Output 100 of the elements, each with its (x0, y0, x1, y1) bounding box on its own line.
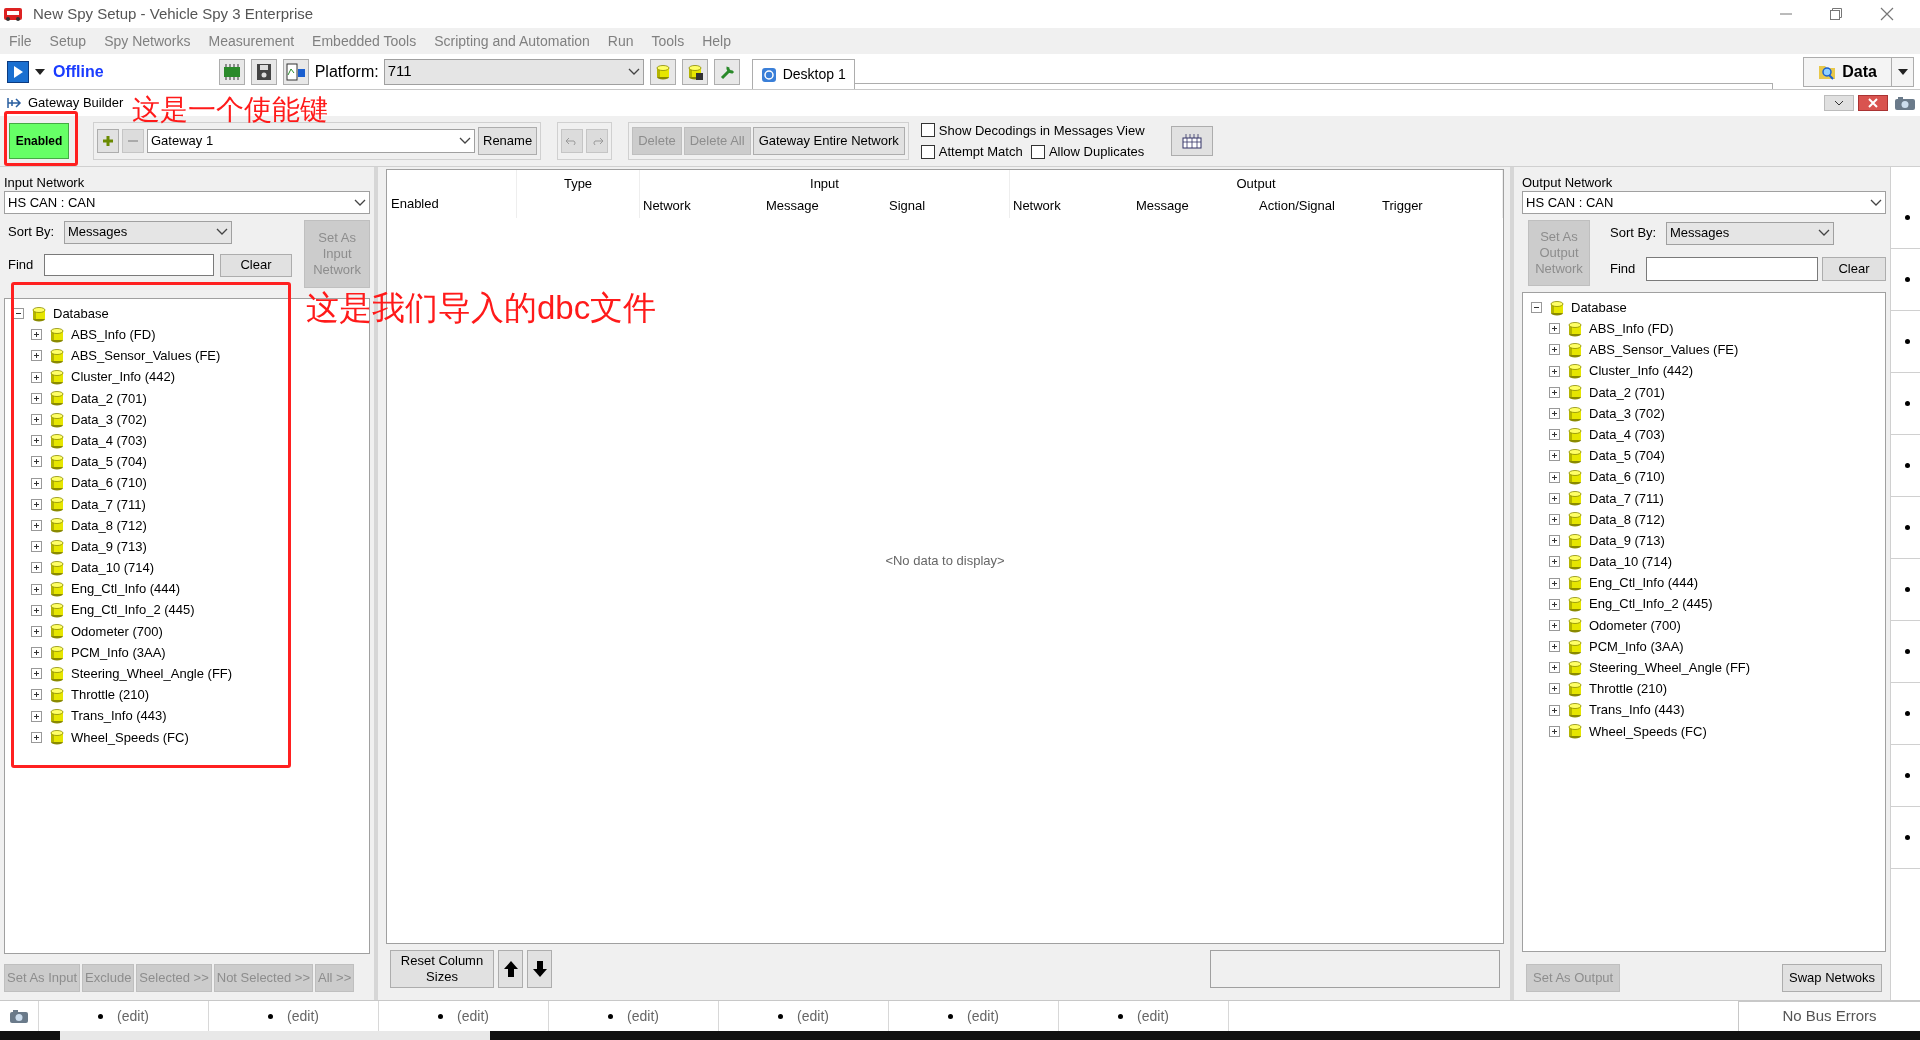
expand-icon[interactable] (31, 435, 42, 447)
tree-item[interactable]: Data_4 (703) (71, 430, 147, 451)
tree-item[interactable]: Eng_Ctl_Info_2 (445) (71, 600, 195, 620)
dropdown[interactable]: HS CAN : CAN (1522, 191, 1886, 214)
menu-item[interactable]: Spy Networks (104, 30, 191, 52)
collapse-icon[interactable] (1531, 302, 1542, 314)
move-up-button[interactable] (498, 950, 523, 988)
column-header[interactable]: Trigger (1382, 198, 1423, 213)
tree-item[interactable]: Trans_Info (443) (71, 706, 167, 726)
tree-item[interactable]: Steering_Wheel_Angle (FF) (71, 664, 233, 684)
expand-icon[interactable] (31, 625, 42, 637)
expand-icon[interactable] (31, 583, 42, 595)
expand-icon[interactable] (1549, 683, 1560, 695)
collapse-icon[interactable] (13, 308, 24, 320)
tree-item[interactable]: ABS_Sensor_Values (FE) (71, 346, 221, 366)
expand-icon[interactable] (31, 541, 42, 553)
expand-icon[interactable] (31, 710, 42, 722)
expand-icon[interactable] (31, 519, 42, 531)
expand-icon[interactable] (1549, 598, 1560, 610)
expand-icon[interactable] (1549, 471, 1560, 483)
menu-item[interactable]: Measurement (208, 30, 295, 52)
tree-item[interactable]: PCM_Info (3AA) (1589, 636, 1684, 657)
tree-item[interactable]: Database (1571, 297, 1627, 318)
expand-icon[interactable] (1549, 556, 1560, 568)
tree-item[interactable]: Wheel_Speeds (FC) (71, 727, 189, 748)
expand-icon[interactable] (31, 456, 42, 468)
find-field[interactable] (44, 254, 214, 276)
tree-item[interactable]: Steering_Wheel_Angle (FF) (1589, 658, 1751, 678)
calendar-button[interactable] (1170, 126, 1213, 156)
tree-item[interactable]: Throttle (210) (71, 685, 150, 705)
status-link[interactable]: (edit) (967, 1005, 999, 1027)
column-header[interactable]: Action/Signal (1259, 198, 1335, 213)
tree-item[interactable]: Data_10 (714) (71, 558, 155, 578)
dropdown[interactable]: Messages (64, 220, 232, 244)
column-header[interactable]: Enabled (391, 193, 516, 213)
camera-icon[interactable] (1892, 95, 1918, 111)
menu-item[interactable]: Scripting and Automation (434, 30, 590, 52)
expand-icon[interactable] (31, 498, 42, 510)
close-icon[interactable] (1880, 7, 1894, 21)
push-button[interactable]: Gateway Entire Network (752, 127, 905, 155)
toolbar-button[interactable] (250, 58, 277, 85)
dropdown[interactable]: Messages (1666, 221, 1834, 245)
expand-icon[interactable] (1549, 704, 1560, 716)
expand-icon[interactable] (31, 668, 42, 680)
toolbar-button[interactable] (282, 58, 309, 85)
column-header[interactable]: Message (1136, 198, 1189, 213)
expand-icon[interactable] (1549, 535, 1560, 547)
tree-item[interactable]: Database (53, 303, 109, 324)
tree-item[interactable]: Eng_Ctl_Info (444) (1589, 573, 1699, 593)
caret-icon[interactable] (35, 68, 45, 75)
menu-item[interactable]: Setup (49, 30, 87, 52)
expand-icon[interactable] (1549, 577, 1560, 589)
expand-icon[interactable] (1549, 492, 1560, 504)
toolbar-button[interactable] (681, 58, 708, 85)
tree-item[interactable]: Cluster_Info (442) (1589, 361, 1694, 381)
checkbox[interactable] (920, 144, 935, 159)
tree-item[interactable]: Data_9 (713) (1589, 530, 1665, 551)
tree-item[interactable]: Data_3 (702) (71, 409, 147, 430)
tree-item[interactable]: ABS_Info (FD) (71, 325, 156, 345)
clear-button[interactable]: Clear (220, 253, 292, 277)
checkbox[interactable] (920, 123, 935, 138)
status-link[interactable]: (edit) (1137, 1005, 1169, 1027)
dropdown[interactable]: 711 (383, 58, 644, 85)
tree-item[interactable]: Odometer (700) (71, 621, 163, 642)
dropdown[interactable]: HS CAN : CAN (4, 191, 370, 214)
expand-icon[interactable] (31, 371, 42, 383)
desktop-tab[interactable]: Desktop 1 (751, 59, 855, 89)
push-button[interactable]: Swap Netwoks (1782, 964, 1882, 992)
expand-icon[interactable] (1549, 365, 1560, 377)
expand-icon[interactable] (1549, 408, 1560, 420)
tree-item[interactable]: Cluster_Info (442) (71, 367, 176, 387)
status-link[interactable]: (edit) (797, 1005, 829, 1027)
menu-item[interactable]: Embedded Tools (312, 30, 417, 52)
tree-item[interactable]: Data_7 (711) (1589, 488, 1664, 509)
column-header[interactable]: Network (1013, 198, 1061, 213)
text-field[interactable] (1210, 950, 1500, 988)
checkbox[interactable] (1030, 144, 1045, 159)
find-field[interactable] (1646, 257, 1818, 281)
expand-icon[interactable] (31, 477, 42, 489)
menu-item[interactable]: File (9, 30, 32, 52)
expand-icon[interactable] (1549, 323, 1560, 335)
tree-item[interactable]: Eng_Ctl_Info_2 (445) (1589, 594, 1713, 614)
status-link[interactable]: (edit) (457, 1005, 489, 1027)
tree-item[interactable]: Odometer (700) (1589, 615, 1681, 636)
menu-item[interactable]: Tools (651, 30, 685, 52)
expand-icon[interactable] (1549, 450, 1560, 462)
expand-icon[interactable] (31, 604, 42, 616)
tree-item[interactable]: PCM_Info (3AA) (71, 642, 166, 663)
tree-item[interactable]: Eng_Ctl_Info (444) (71, 579, 181, 599)
expand-icon[interactable] (1549, 344, 1560, 356)
enabled-toggle[interactable]: Enabled (9, 123, 69, 159)
add-button[interactable] (97, 129, 119, 153)
dropdown[interactable]: Gateway 1 (147, 129, 475, 153)
tree-item[interactable]: Throttle (210) (1589, 679, 1668, 699)
expand-icon[interactable] (31, 350, 42, 362)
restore-icon[interactable] (1830, 8, 1842, 20)
camera-icon[interactable] (8, 1008, 30, 1024)
tree-item[interactable]: Data_5 (704) (71, 452, 147, 472)
tree-item[interactable]: ABS_Sensor_Values (FE) (1589, 340, 1739, 360)
expand-icon[interactable] (31, 689, 42, 701)
